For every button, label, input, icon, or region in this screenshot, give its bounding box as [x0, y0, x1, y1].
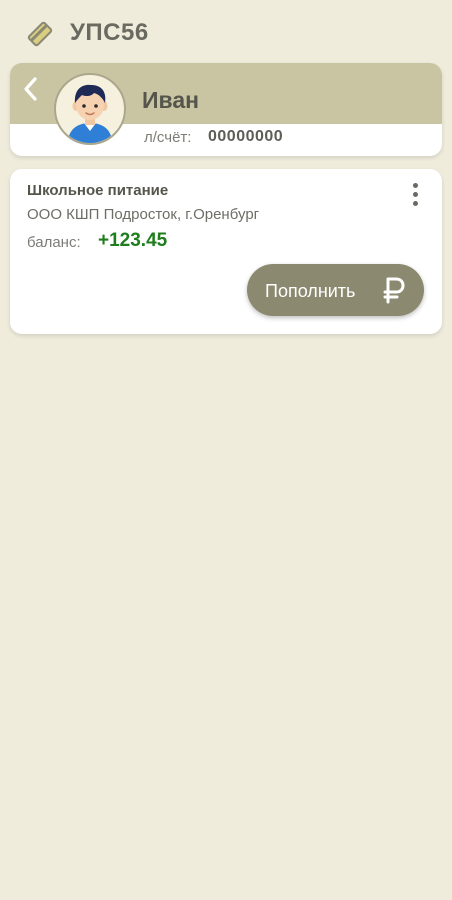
more-dot — [413, 192, 418, 197]
more-vert-icon[interactable] — [406, 181, 426, 209]
service-card: Школьное питание ООО КШП Подросток, г.Ор… — [10, 169, 442, 334]
avatar — [54, 73, 126, 145]
balance-value: +123.45 — [98, 230, 168, 251]
service-title: Школьное питание — [27, 182, 169, 199]
profile-name: Иван — [142, 87, 200, 113]
topup-button[interactable]: Пополнить — [247, 264, 424, 316]
chevron-left-icon[interactable] — [18, 73, 44, 105]
topup-label: Пополнить — [265, 281, 356, 301]
ruble-icon — [383, 277, 405, 304]
profile-card: Иван л/счёт: 00000000 — [10, 63, 442, 156]
app-bar: УПС56 — [0, 0, 452, 64]
balance-label: баланс: — [27, 234, 81, 251]
account-label: л/счёт: — [144, 129, 192, 146]
account-number: 00000000 — [208, 128, 284, 145]
more-dot — [413, 183, 418, 188]
boy-avatar-icon — [68, 84, 112, 143]
app-title: УПС56 — [70, 19, 149, 46]
service-provider: ООО КШП Подросток, г.Оренбург — [27, 206, 260, 223]
more-dot — [413, 201, 418, 206]
card-icon — [27, 21, 53, 47]
